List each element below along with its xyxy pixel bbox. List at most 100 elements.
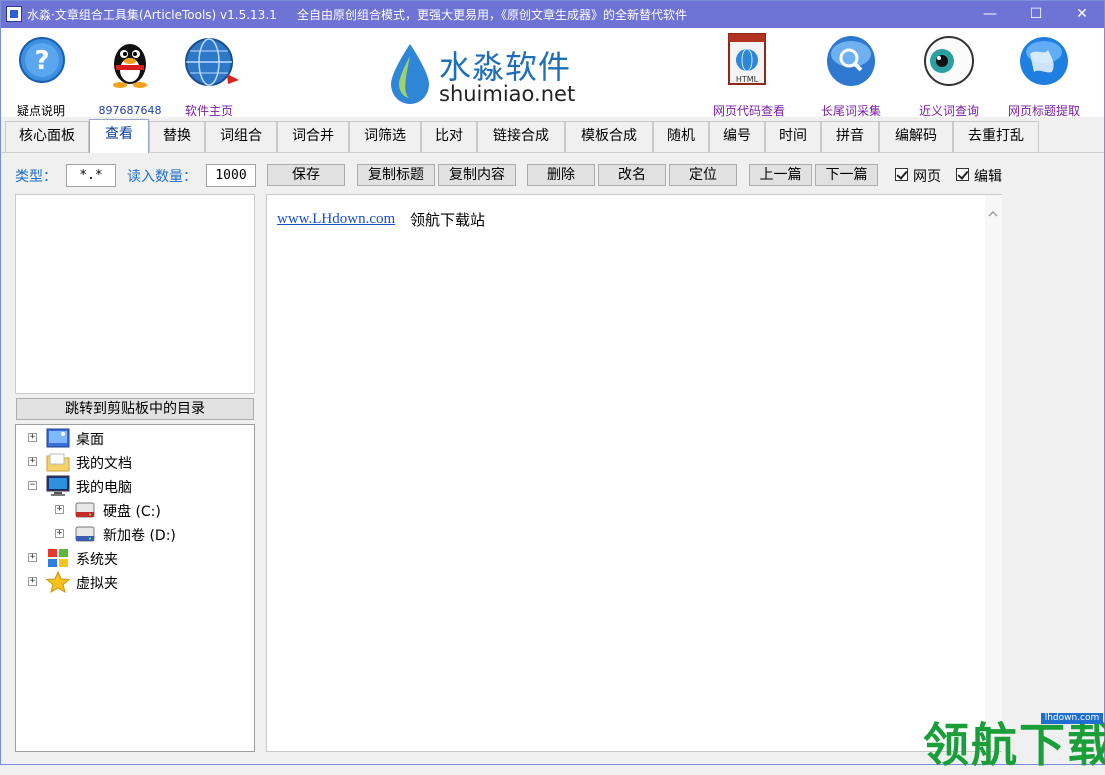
prev-article-button[interactable]: 上一篇 (749, 164, 812, 186)
tab-word-combine[interactable]: 词组合 (205, 121, 277, 152)
tab-template-compose[interactable]: 模板合成 (565, 121, 653, 152)
checkbox-checked-icon (956, 168, 969, 181)
tab-word-merge[interactable]: 词合并 (277, 121, 349, 152)
homepage-button[interactable]: 软件主页 (175, 34, 243, 118)
tree-item-virtual-folder[interactable]: + 虚拟夹 (26, 571, 226, 593)
tab-replace[interactable]: 替换 (149, 121, 205, 152)
eye-icon (924, 36, 974, 86)
tab-encode-decode[interactable]: 编解码 (879, 121, 953, 152)
count-input[interactable]: 1000 (206, 164, 256, 187)
tree-item-drive-d[interactable]: + 新加卷 (D:) (53, 523, 243, 545)
html-view-button[interactable]: HTML 网页代码查看 (707, 32, 791, 118)
tree-item-label: 我的电脑 (76, 480, 132, 496)
qq-penguin-icon (113, 44, 147, 88)
tree-item-label: 桌面 (76, 432, 104, 448)
tab-view[interactable]: 查看 (89, 119, 149, 153)
desktop-icon (46, 428, 70, 448)
tree-item-documents[interactable]: + 我的文档 (26, 451, 226, 473)
window-slogan: 全自由原创组合模式，更强大更易用，《原创文章生成器》的全新替代软件 (297, 8, 688, 22)
file-list[interactable] (15, 194, 255, 394)
checkbox-checked-icon (895, 168, 908, 181)
synonym-button[interactable]: 近义词查询 (909, 34, 989, 118)
content-link[interactable]: www.LHdown.com (277, 211, 395, 228)
tree-item-label: 硬盘 (C:) (103, 504, 161, 520)
longtail-button[interactable]: 长尾词采集 (811, 34, 891, 118)
tab-compare[interactable]: 比对 (421, 121, 477, 152)
help-icon: ? (19, 37, 65, 83)
star-icon (46, 571, 70, 593)
minimize-button[interactable]: — (967, 1, 1013, 28)
web-checkbox-label: 网页 (913, 169, 941, 185)
logo-english: shuimiao.net (439, 82, 576, 106)
title-bar: 水淼·文章组合工具集(ArticleTools) v1.5.13.1 全自由原创… (1, 1, 1104, 28)
tree-item-label: 系统夹 (76, 552, 118, 568)
globe-icon (1020, 37, 1068, 85)
svg-text:?: ? (34, 46, 49, 76)
tree-item-system-folder[interactable]: + 系统夹 (26, 547, 226, 569)
tab-random[interactable]: 随机 (653, 121, 709, 152)
tree-item-label: 新加卷 (D:) (103, 528, 176, 544)
water-drop-icon (391, 44, 429, 104)
collapse-icon[interactable]: − (28, 481, 37, 490)
title-extract-button[interactable]: 网页标题提取 (1003, 34, 1085, 118)
vertical-scrollbar[interactable] (985, 195, 1002, 751)
app-window: 水淼·文章组合工具集(ArticleTools) v1.5.13.1 全自由原创… (0, 0, 1105, 772)
web-checkbox[interactable]: 网页 (895, 167, 947, 185)
app-icon (6, 6, 22, 22)
save-button[interactable]: 保存 (267, 164, 345, 186)
edit-checkbox[interactable]: 编辑 (956, 167, 1008, 185)
delete-button[interactable]: 删除 (527, 164, 595, 186)
computer-icon (46, 475, 70, 496)
jump-to-clipboard-dir-button[interactable]: 跳转到剪贴板中的目录 (16, 398, 254, 420)
rename-button[interactable]: 改名 (598, 164, 666, 186)
directory-tree: + 桌面 + 我的文档 − 我的电脑 + 硬盘 (C:) + 新加卷 (D:) … (15, 424, 255, 752)
brand-logo: 水淼软件 shuimiao.net (387, 40, 607, 110)
tab-word-filter[interactable]: 词筛选 (349, 121, 421, 152)
tree-item-desktop[interactable]: + 桌面 (26, 427, 226, 449)
expand-icon[interactable]: + (28, 577, 37, 586)
folder-icon (46, 453, 70, 472)
expand-icon[interactable]: + (28, 457, 37, 466)
type-input[interactable]: *.* (66, 164, 116, 187)
tab-core-panel[interactable]: 核心面板 (5, 121, 89, 152)
scroll-up-icon[interactable] (988, 209, 998, 219)
tab-time[interactable]: 时间 (765, 121, 821, 152)
svg-text:HTML: HTML (736, 75, 759, 84)
html-file-icon: HTML (728, 33, 766, 85)
windows-icon (48, 549, 68, 567)
maximize-button[interactable]: ☐ (1013, 1, 1059, 28)
watermark-url: lhdown.com (1041, 713, 1103, 724)
tab-bar: 核心面板 查看 替换 词组合 词合并 词筛选 比对 链接合成 模板合成 随机 编… (1, 117, 1104, 153)
tree-item-label: 虚拟夹 (76, 576, 118, 592)
content-viewer[interactable]: www.LHdown.com 领航下载站 (266, 194, 1002, 752)
magnifier-icon (827, 36, 875, 86)
tree-item-drive-c[interactable]: + 硬盘 (C:) (53, 499, 243, 521)
qq-button[interactable]: 897687648 (97, 34, 163, 117)
expand-icon[interactable]: + (28, 433, 37, 442)
drive-icon (75, 502, 95, 518)
locate-button[interactable]: 定位 (669, 164, 737, 186)
toolbar: ? 疑点说明 897687648 软件主页 水淼软件 shuimiao.net … (1, 28, 1104, 118)
close-button[interactable]: ✕ (1059, 1, 1105, 28)
expand-icon[interactable]: + (55, 529, 64, 538)
tab-numbering[interactable]: 编号 (709, 121, 765, 152)
tab-pinyin[interactable]: 拼音 (821, 121, 879, 152)
edit-checkbox-label: 编辑 (974, 169, 1002, 185)
globe-icon (185, 38, 239, 86)
window-title: 水淼·文章组合工具集(ArticleTools) v1.5.13.1 (27, 8, 277, 22)
qq-number: 897687648 (98, 104, 162, 117)
help-button[interactable]: ? 疑点说明 (9, 34, 73, 118)
type-label: 类型： (15, 169, 57, 185)
copy-content-button[interactable]: 复制内容 (438, 164, 516, 186)
tab-dedupe-shuffle[interactable]: 去重打乱 (953, 121, 1039, 152)
expand-icon[interactable]: + (55, 505, 64, 514)
count-label: 读入数量： (127, 169, 197, 185)
drive-icon (75, 526, 95, 542)
copy-title-button[interactable]: 复制标题 (357, 164, 435, 186)
expand-icon[interactable]: + (28, 553, 37, 562)
next-article-button[interactable]: 下一篇 (815, 164, 878, 186)
tree-item-computer[interactable]: − 我的电脑 (26, 475, 226, 497)
content-text: 领航下载站 (410, 211, 486, 229)
tree-item-label: 我的文档 (76, 456, 132, 472)
tab-link-compose[interactable]: 链接合成 (477, 121, 565, 152)
